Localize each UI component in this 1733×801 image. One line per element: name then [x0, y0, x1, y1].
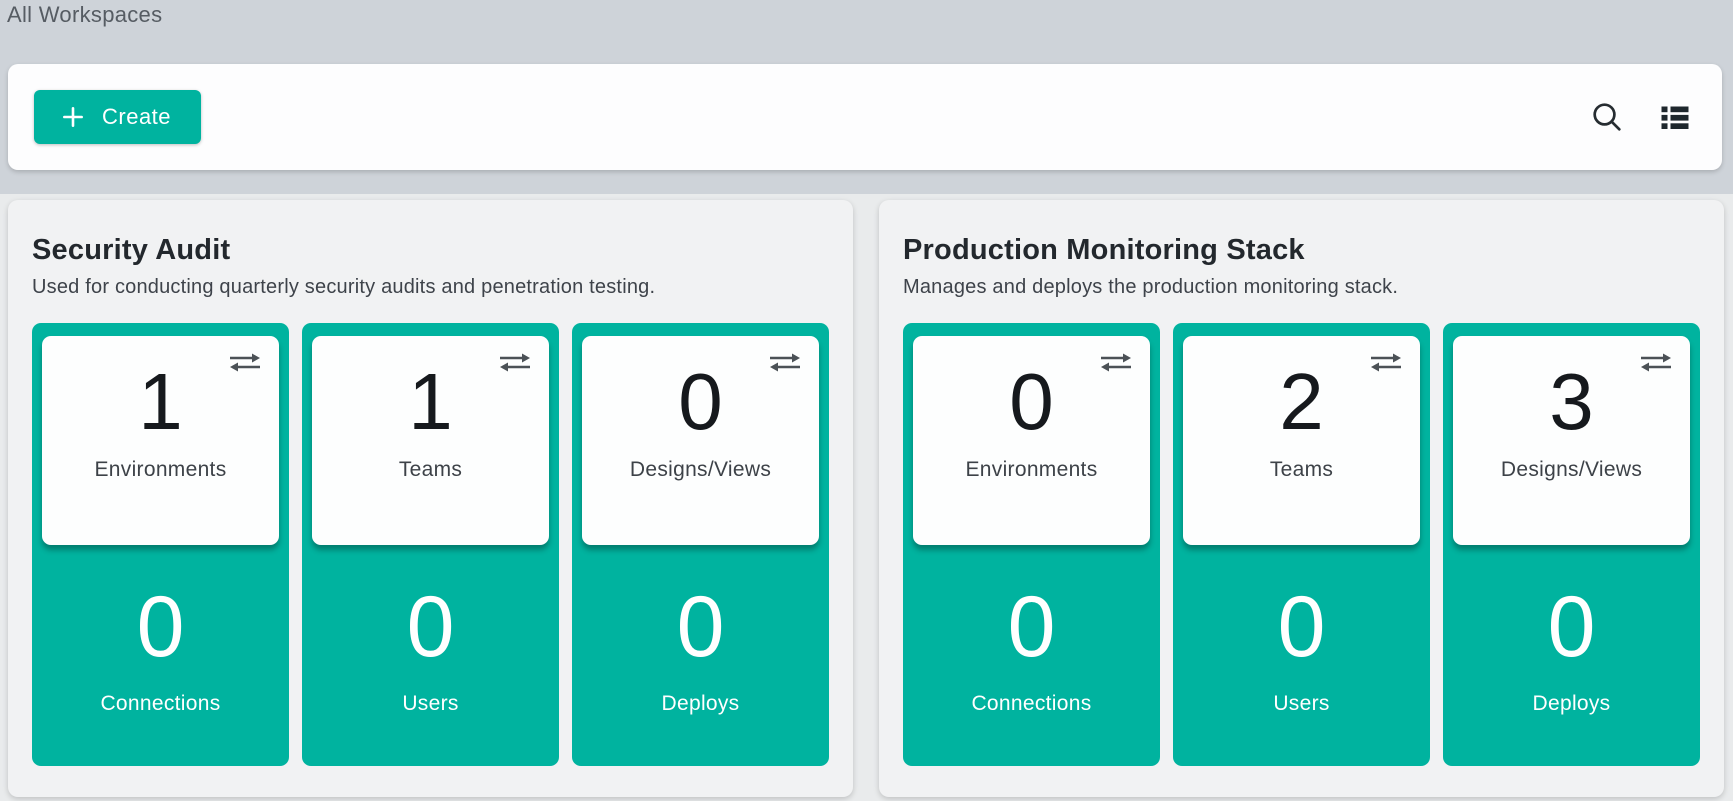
- stat-value: 3: [1549, 360, 1594, 444]
- stat-label: Environments: [95, 458, 227, 482]
- stat-tile-environments[interactable]: 0 Environments 0 Connections: [903, 323, 1160, 766]
- stat-label: Users: [1273, 692, 1329, 716]
- stat-value: 1: [138, 360, 183, 444]
- stat-tile-designs-views[interactable]: 0 Designs/Views 0 Deploys: [572, 323, 829, 766]
- workspace-card-production-monitoring-stack: Production Monitoring Stack Manages and …: [879, 200, 1724, 797]
- stat-tile-bottom: 0 Deploys: [1453, 545, 1690, 766]
- stat-label: Deploys: [662, 692, 740, 716]
- stat-tile-bottom: 0 Connections: [42, 545, 279, 766]
- workspace-cards-row: Security Audit Used for conducting quart…: [8, 200, 1724, 797]
- stat-tiles: 1 Environments 0 Connections: [32, 323, 829, 766]
- stat-tile-bottom: 0 Deploys: [582, 545, 819, 766]
- stat-label: Deploys: [1533, 692, 1611, 716]
- workspace-description: Manages and deploys the production monit…: [903, 276, 1700, 299]
- workspace-description: Used for conducting quarterly security a…: [32, 276, 829, 299]
- stat-tile-top: 1 Environments: [42, 336, 279, 545]
- stat-tile-environments[interactable]: 1 Environments 0 Connections: [32, 323, 289, 766]
- stat-tile-top: 3 Designs/Views: [1453, 336, 1690, 545]
- stat-label: Teams: [399, 458, 462, 482]
- create-button[interactable]: Create: [34, 90, 201, 144]
- stat-label: Designs/Views: [630, 458, 771, 482]
- stat-value: 0: [678, 360, 723, 444]
- stat-label: Connections: [971, 692, 1091, 716]
- stat-label: Designs/Views: [1501, 458, 1642, 482]
- search-icon[interactable]: [1586, 96, 1628, 138]
- stat-tile-teams[interactable]: 1 Teams 0 Users: [302, 323, 559, 766]
- stat-value: 0: [677, 584, 725, 670]
- stat-tile-top: 2 Teams: [1183, 336, 1420, 545]
- stat-value: 0: [137, 584, 185, 670]
- stat-value: 2: [1279, 360, 1324, 444]
- stat-tile-designs-views[interactable]: 3 Designs/Views 0 Deploys: [1443, 323, 1700, 766]
- list-view-icon[interactable]: [1654, 96, 1696, 138]
- stat-tile-bottom: 0 Users: [1183, 545, 1420, 766]
- page-title: All Workspaces: [7, 2, 162, 28]
- stat-value: 0: [407, 584, 455, 670]
- toolbar: Create: [8, 64, 1722, 170]
- swap-horizontal-icon[interactable]: [225, 348, 265, 377]
- swap-horizontal-icon[interactable]: [765, 348, 805, 377]
- stat-tile-teams[interactable]: 2 Teams 0 Users: [1173, 323, 1430, 766]
- workspace-card-security-audit: Security Audit Used for conducting quart…: [8, 200, 853, 797]
- stat-label: Environments: [966, 458, 1098, 482]
- workspace-name: Production Monitoring Stack: [903, 234, 1700, 267]
- stat-value: 0: [1278, 584, 1326, 670]
- workspace-name: Security Audit: [32, 234, 829, 267]
- swap-horizontal-icon[interactable]: [495, 348, 535, 377]
- stat-value: 1: [408, 360, 453, 444]
- swap-horizontal-icon[interactable]: [1096, 348, 1136, 377]
- stat-label: Users: [402, 692, 458, 716]
- create-button-label: Create: [102, 104, 171, 130]
- stat-tiles: 0 Environments 0 Connections: [903, 323, 1700, 766]
- stat-tile-top: 0 Designs/Views: [582, 336, 819, 545]
- stat-label: Connections: [100, 692, 220, 716]
- swap-horizontal-icon[interactable]: [1636, 348, 1676, 377]
- stat-value: 0: [1548, 584, 1596, 670]
- stat-tile-top: 1 Teams: [312, 336, 549, 545]
- stat-tile-top: 0 Environments: [913, 336, 1150, 545]
- plus-icon: [60, 104, 86, 130]
- stat-value: 0: [1008, 584, 1056, 670]
- stat-tile-bottom: 0 Connections: [913, 545, 1150, 766]
- stat-label: Teams: [1270, 458, 1333, 482]
- stat-value: 0: [1009, 360, 1054, 444]
- swap-horizontal-icon[interactable]: [1366, 348, 1406, 377]
- stat-tile-bottom: 0 Users: [312, 545, 549, 766]
